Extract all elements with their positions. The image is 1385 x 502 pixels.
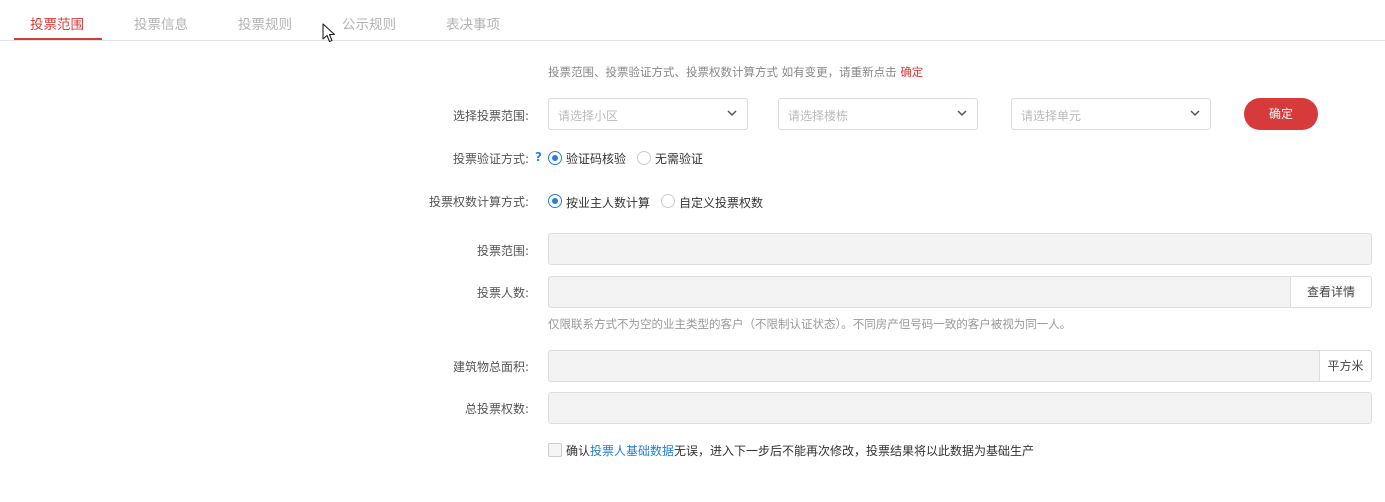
scope-select-label: 选择投票范围: bbox=[452, 109, 529, 123]
chevron-down-icon bbox=[1190, 110, 1200, 117]
building-select[interactable]: 请选择楼栋 bbox=[778, 98, 978, 130]
owner-count-radio[interactable] bbox=[548, 194, 562, 208]
voter-base-data-link[interactable]: 投票人基础数据 bbox=[590, 444, 674, 458]
total-weight-field bbox=[548, 392, 1372, 424]
voter-count-note: 仅限联系方式不为空的业主类型的客户（不限制认证状态）。不同房产但号码一致的客户被… bbox=[548, 317, 1072, 331]
community-select[interactable]: 请选择小区 bbox=[548, 98, 748, 130]
view-details-button[interactable]: 查看详情 bbox=[1290, 277, 1371, 307]
tab-publicity-rules[interactable]: 公示规则 bbox=[342, 13, 396, 33]
tab-resolution-items[interactable]: 表决事项 bbox=[446, 13, 500, 33]
custom-weight-label[interactable]: 自定义投票权数 bbox=[679, 194, 763, 211]
community-select-placeholder: 请选择小区 bbox=[558, 109, 619, 123]
vote-scope-field bbox=[548, 233, 1372, 265]
confirm-data-checkbox[interactable] bbox=[548, 443, 562, 457]
building-select-placeholder: 请选择楼栋 bbox=[788, 109, 849, 123]
verify-method-label: 投票验证方式: bbox=[452, 152, 529, 166]
tab-vote-rules[interactable]: 投票规则 bbox=[238, 13, 292, 33]
owner-count-label[interactable]: 按业主人数计算 bbox=[566, 194, 650, 211]
custom-weight-radio[interactable] bbox=[661, 194, 675, 208]
confirm-scope-button[interactable]: 确定 bbox=[1244, 98, 1318, 130]
tab-bar: 投票范围 投票信息 投票规则 公示规则 表决事项 bbox=[0, 0, 1385, 41]
change-hint-text: 投票范围、投票验证方式、投票权数计算方式 如有变更，请重新点击 bbox=[548, 65, 901, 79]
verify-code-radio[interactable] bbox=[548, 151, 562, 165]
change-hint-highlight: 确定 bbox=[900, 65, 924, 79]
verify-code-label[interactable]: 验证码核验 bbox=[566, 150, 626, 167]
active-tab-indicator bbox=[14, 38, 102, 40]
building-area-label: 建筑物总面积: bbox=[452, 360, 529, 374]
confirm-suffix: 无误，进入下一步后不能再次修改，投票结果将以此数据为基础生产 bbox=[674, 444, 1035, 458]
change-hint: 投票范围、投票验证方式、投票权数计算方式 如有变更，请重新点击 确定 bbox=[548, 64, 923, 80]
total-weight-label: 总投票权数: bbox=[464, 402, 529, 416]
tab-vote-info[interactable]: 投票信息 bbox=[134, 13, 188, 33]
unit-select[interactable]: 请选择单元 bbox=[1011, 98, 1211, 130]
building-area-field: 平方米 bbox=[548, 350, 1372, 382]
area-unit-addon: 平方米 bbox=[1319, 351, 1371, 381]
unit-select-placeholder: 请选择单元 bbox=[1021, 109, 1082, 123]
chevron-down-icon bbox=[957, 110, 967, 117]
no-verify-radio[interactable] bbox=[637, 151, 651, 165]
voter-count-field: 查看详情 bbox=[548, 276, 1372, 308]
mouse-cursor-icon bbox=[322, 23, 336, 43]
chevron-down-icon bbox=[727, 110, 737, 117]
weight-method-label: 投票权数计算方式: bbox=[428, 195, 529, 209]
tab-vote-scope[interactable]: 投票范围 bbox=[30, 13, 84, 33]
no-verify-label[interactable]: 无需验证 bbox=[655, 150, 703, 167]
confirm-data-text: 确认投票人基础数据无误，进入下一步后不能再次修改，投票结果将以此数据为基础生产 bbox=[566, 442, 1034, 459]
voter-count-label: 投票人数: bbox=[476, 286, 529, 300]
help-icon[interactable]: ? bbox=[535, 150, 542, 164]
vote-scope-label: 投票范围: bbox=[476, 244, 529, 258]
confirm-prefix: 确认 bbox=[566, 444, 591, 458]
